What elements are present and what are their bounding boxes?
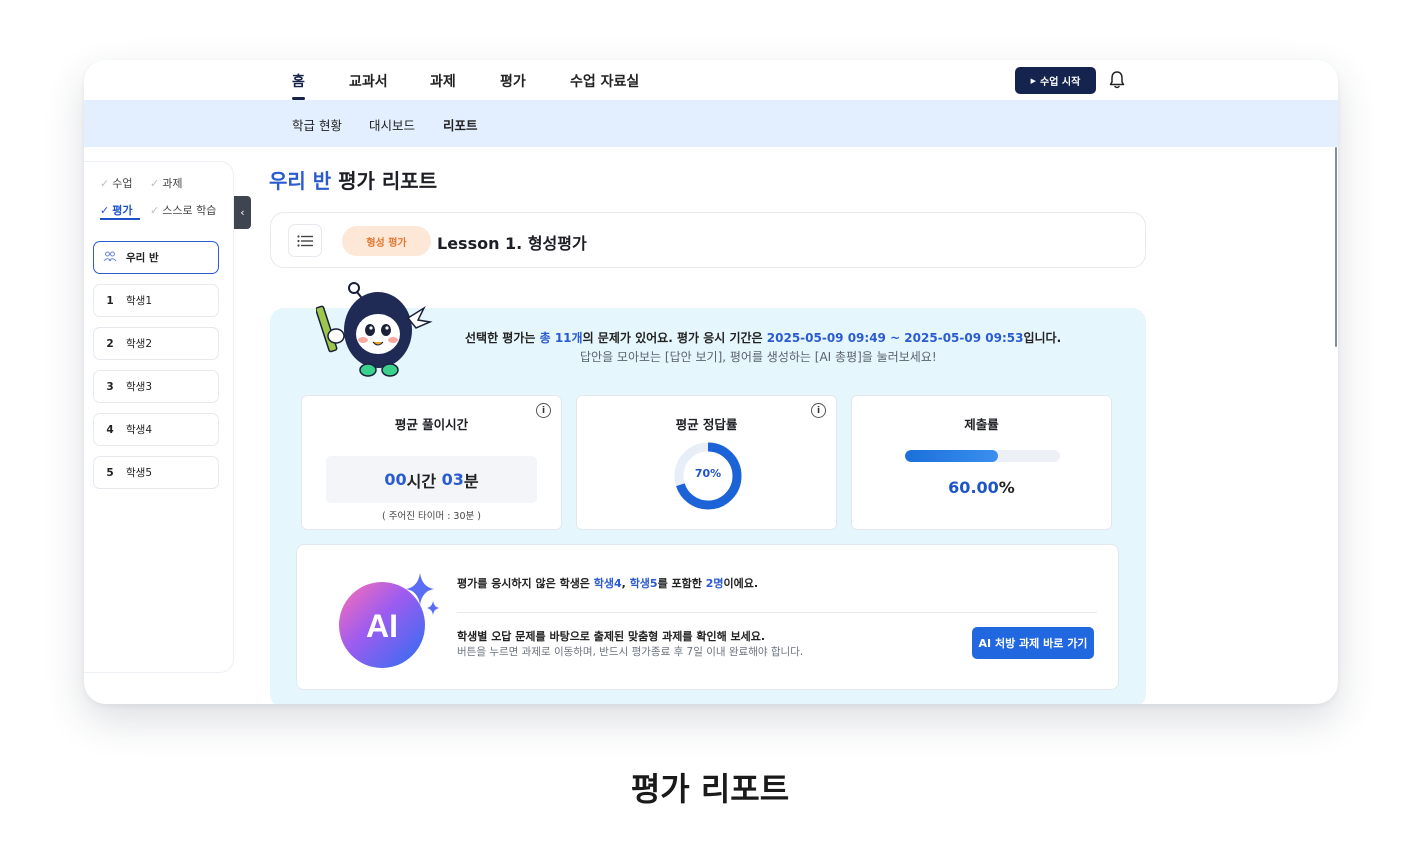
submission-rate-card: 제출률 60.00% [851, 395, 1112, 530]
start-class-label: 수업 시작 [1040, 77, 1081, 88]
subtab-report[interactable]: 리포트 [443, 115, 478, 134]
absent-students-text: 평가를 응시하지 않은 학생은 학생4, 학생5를 포함한 2명이에요. [457, 577, 759, 590]
check-icon: ✓ [150, 177, 160, 190]
app-window: 홈 교과서 과제 평가 수업 자료실 ▶ 수업 시작 학급 현황 대시보드 리포… [84, 60, 1338, 704]
start-class-button[interactable]: ▶ 수업 시작 [1015, 67, 1096, 94]
subtab-dashboard[interactable]: 대시보드 [369, 115, 415, 134]
divider [457, 612, 1097, 613]
submission-rate-value: 60.00% [948, 478, 1015, 497]
ai-assignment-note: 버튼을 누르면 과제로 이동하며, 반드시 평가종료 후 7일 이내 완료해야 … [457, 646, 804, 658]
top-navigation: 홈 교과서 과제 평가 수업 자료실 ▶ 수업 시작 [84, 60, 1338, 100]
summary-line: 선택한 평가는 총 11개의 문제가 있어요. 평가 응시 기간은 2025-0… [465, 331, 1062, 345]
filter-active-underline [100, 218, 140, 220]
filter-lesson[interactable]: ✓ 수업 [100, 175, 132, 191]
page-title: 우리 반 평가 리포트 [269, 165, 437, 194]
tab-assignment[interactable]: 과제 [430, 71, 456, 91]
class-item[interactable]: 우리 반 [93, 241, 219, 274]
avg-accuracy-card: 평균 정답률 i 70% [576, 395, 837, 530]
student-item-2[interactable]: 2 학생2 [93, 327, 219, 360]
submission-progress-bar [905, 450, 1060, 462]
summary-hint: 답안을 모아보는 [답안 보기], 평어를 생성하는 [AI 총평]을 눌러보세… [580, 350, 937, 364]
ai-assignment-text: 학생별 오답 문제를 바탕으로 출제된 맞춤형 과제를 확인해 보세요. [457, 630, 766, 643]
avg-time-title: 평균 풀이시간 [394, 417, 469, 432]
bell-icon[interactable] [1108, 70, 1126, 90]
assessment-type-badge: 형성 평가 [342, 226, 431, 256]
mascot-character [316, 282, 433, 377]
list-icon [297, 234, 313, 247]
student-item-1[interactable]: 1 학생1 [93, 284, 219, 317]
ai-logo-icon: AI [339, 573, 439, 668]
caption: 평가 리포트 [630, 770, 790, 808]
sub-navigation: 학급 현황 대시보드 리포트 [84, 100, 1338, 147]
class-item-label: 우리 반 [126, 252, 159, 264]
tab-materials[interactable]: 수업 자료실 [570, 71, 639, 91]
accuracy-label: 70% [694, 467, 722, 480]
subtab-class-status[interactable]: 학급 현황 [292, 115, 342, 134]
avg-time-value: 00 시간 03 분 [326, 456, 537, 503]
scrollbar[interactable] [1335, 147, 1337, 347]
avg-time-card: 평균 풀이시간 i 00 시간 03 분 ( 주어진 타이머 : 30분 ) [301, 395, 562, 530]
play-icon: ▶ [1030, 76, 1037, 85]
tab-textbook[interactable]: 교과서 [349, 71, 388, 91]
filter-assessment[interactable]: ✓ 평가 [100, 202, 132, 218]
submission-progress-fill [905, 450, 998, 462]
info-icon[interactable]: i [536, 403, 551, 418]
tab-assessment[interactable]: 평가 [500, 71, 526, 91]
group-icon [94, 251, 126, 265]
chevron-left-icon: ‹ [240, 206, 245, 219]
check-icon: ✓ [100, 204, 110, 217]
ai-assignment-button[interactable]: AI 처방 과제 바로 가기 [972, 627, 1094, 659]
submission-rate-title: 제출률 [964, 417, 999, 432]
lesson-title: Lesson 1. 형성평가 [437, 234, 587, 253]
check-icon: ✓ [100, 177, 110, 190]
list-button[interactable] [288, 224, 322, 257]
filter-self-study[interactable]: ✓ 스스로 학습 [150, 202, 216, 218]
ai-prescription-card: AI 평가를 응시하지 않은 학생은 학생4, 학생5를 포함한 2명이에요. … [296, 544, 1119, 690]
filter-assignment[interactable]: ✓ 과제 [150, 175, 182, 191]
tab-home[interactable]: 홈 [292, 71, 305, 100]
collapse-sidebar-button[interactable]: ‹ [234, 196, 251, 229]
student-item-3[interactable]: 3 학생3 [93, 370, 219, 403]
student-item-5[interactable]: 5 학생5 [93, 456, 219, 489]
student-item-4[interactable]: 4 학생4 [93, 413, 219, 446]
page-title-class: 우리 반 [269, 169, 332, 193]
ai-logo-text: AI [366, 608, 398, 644]
page-title-text: 평가 리포트 [338, 169, 438, 193]
info-icon[interactable]: i [811, 403, 826, 418]
student-sidebar: ✓ 수업 ✓ 과제 ✓ 평가 ✓ 스스로 학습 우리 반 1 학생1 2 학생2 3 학생3 … [84, 161, 234, 673]
timer-note: ( 주어진 타이머 : 30분 ) [382, 511, 481, 522]
check-icon: ✓ [150, 204, 160, 217]
avg-accuracy-title: 평균 정답률 [675, 417, 738, 432]
lesson-selector: 형성 평가 Lesson 1. 형성평가 [270, 212, 1146, 268]
